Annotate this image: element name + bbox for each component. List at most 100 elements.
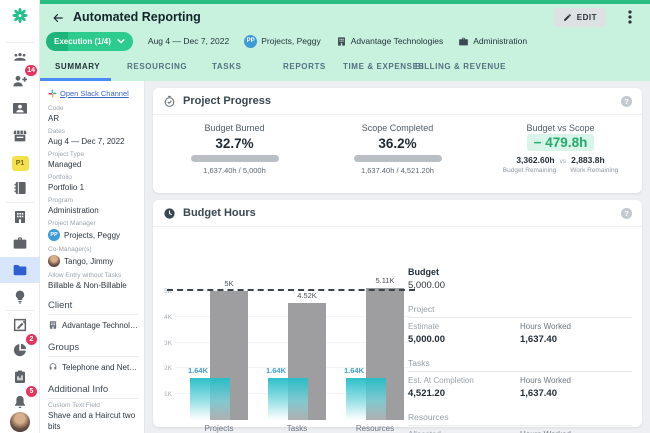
tab-reports[interactable]: REPORTS [283, 62, 326, 71]
p1-badge: P1 [11, 155, 29, 171]
tab-bar: SUMMARY RESOURCING TASKS REPORTS TIME & … [40, 57, 650, 81]
more-options-button[interactable] [624, 9, 636, 25]
sidebar-item-invite[interactable]: 14 [0, 65, 40, 93]
edit-button-label: EDIT [576, 13, 597, 22]
budget-vs-scope-value: − 479.8h [526, 134, 595, 151]
budget-card-body: 1K 2K 3K 4K 5K 5K 1.64K Projects 4.52K 1.64K Tasks… [153, 227, 642, 433]
rail-divider [6, 310, 34, 311]
tab-time-expenses[interactable]: TIME & EXPENSES [343, 62, 424, 71]
bar-value-label: 1.64K [188, 365, 209, 375]
field-co-managers: Co-Manager(s) Tango, Jimmy [48, 246, 138, 267]
tab-resourcing[interactable]: RESOURCING [127, 62, 187, 71]
briefcase-icon [459, 37, 469, 45]
project-manager-chip[interactable]: PP Projects, Peggy [244, 34, 321, 48]
pencil-icon [563, 14, 571, 21]
metric-scope-completed: Scope Completed 36.2% 1,637.40h / 4,521.… [316, 123, 479, 175]
sidebar-item-reports-edit[interactable] [0, 313, 40, 337]
notebook-icon [14, 182, 26, 194]
panel-section-project: Project Estimate Hours Worked 5,000.00 1… [408, 304, 632, 345]
y-axis-tick: 2K [164, 365, 172, 373]
y-axis-tick: 1K [164, 391, 172, 399]
project-details-panel: Open Slack Channel Code AR Dates Aug 4 —… [40, 81, 145, 433]
comparison-row: 3,362.60h vs 2,883.8h [516, 155, 605, 165]
client-row[interactable]: Advantage Technologies [48, 318, 138, 332]
budget-card-title: Budget Hours [183, 207, 256, 219]
client-chip[interactable]: Advantage Technologies [336, 36, 443, 47]
sidebar-item-profile[interactable] [0, 410, 40, 433]
pie-chart-icon [13, 343, 27, 357]
project-meta-row: Execution (1/4) Aug 4 — Dec 7, 2022 PP P… [46, 31, 527, 51]
bar-value-label: 4.52K [297, 291, 317, 301]
progress-card-title: Project Progress [183, 95, 272, 107]
bar-value-label: 5.11K [375, 275, 395, 285]
storefront-icon [13, 130, 27, 142]
sidebar-item-insights[interactable] [0, 285, 40, 309]
chart-edit-icon [13, 318, 27, 332]
budget-bar-chart: 1K 2K 3K 4K 5K 5K 1.64K Projects 4.52K 1.64K Tasks… [164, 276, 415, 433]
help-icon[interactable] [621, 207, 632, 219]
building-icon [49, 321, 57, 329]
progress-card-body: Budget Burned 32.7% 1,637.40h / 5,000h S… [153, 115, 642, 175]
budget-hours-card: Budget Hours 1K2K3K4K5K5K1.64KProjects4.… [153, 200, 642, 433]
sidebar-item-accounts[interactable] [0, 96, 40, 120]
back-button[interactable] [51, 11, 65, 25]
people-group-icon [14, 53, 26, 61]
metric-budget-burned: Budget Burned 32.7% 1,637.40h / 5,000h [153, 123, 316, 175]
person-folder-icon [13, 103, 27, 114]
sidebar-item-p1[interactable]: P1 [0, 151, 40, 175]
field-dates: Dates Aug 4 — Dec 7, 2022 [48, 128, 125, 146]
program-name: Administration [473, 36, 528, 46]
date-range: Aug 4 — Dec 7, 2022 [148, 36, 229, 46]
user-avatar [10, 412, 30, 432]
top-accent-strip [40, 0, 650, 4]
manager-row[interactable]: PP Projects, Peggy [48, 229, 138, 241]
phase-label: Execution (1/4) [54, 36, 111, 46]
invite-badge: 14 [25, 65, 37, 76]
edit-button[interactable]: EDIT [553, 8, 606, 27]
metric-budget-vs-scope: Budget vs Scope − 479.8h 3,362.60h vs 2,… [502, 123, 619, 174]
building-icon [15, 211, 25, 223]
panel-section-resources: Resources Allocated Hours Worked 5,114.0… [408, 412, 632, 433]
x-axis-label: Tasks [286, 424, 308, 433]
co-manager-row[interactable]: Tango, Jimmy [48, 255, 138, 267]
sidebar-item-projects-active[interactable] [0, 258, 40, 282]
x-axis-label: Projects [204, 424, 234, 433]
phase-dropdown[interactable]: Execution (1/4) [46, 31, 133, 51]
field-project-type: Project Type Managed [48, 151, 85, 169]
budget-card-header: Budget Hours [153, 200, 642, 227]
x-axis-label: Resources [355, 424, 395, 433]
field-code: Code AR [48, 105, 64, 123]
sidebar-item-notebook[interactable] [0, 176, 40, 200]
tab-billing-revenue[interactable]: BILLING & REVENUE [415, 62, 506, 71]
field-allow-entry: Allow Entry without Tasks Billable & Non… [48, 272, 127, 290]
app-logo[interactable] [0, 5, 40, 29]
help-icon[interactable] [621, 95, 632, 107]
sidebar-item-companies[interactable] [0, 205, 40, 229]
tab-summary[interactable]: SUMMARY [55, 62, 100, 71]
bar-projects-hours-worked [190, 377, 230, 420]
group-row[interactable]: Telephone and Network... [48, 360, 138, 374]
notifications-badge: 5 [26, 386, 37, 397]
slack-channel-link[interactable]: Open Slack Channel [48, 89, 138, 98]
field-portfolio: Portfolio Portfolio 1 [48, 174, 85, 192]
program-chip[interactable]: Administration [458, 36, 527, 47]
slack-link-label: Open Slack Channel [60, 89, 129, 98]
manager-avatar: PP [244, 34, 258, 48]
client-name: Advantage Technologies [350, 36, 444, 46]
tab-tasks[interactable]: TASKS [212, 62, 242, 71]
field-custom-text: Custom Text Field Shave and a Haircut tw… [48, 402, 136, 431]
date-range-text: Aug 4 — Dec 7, 2022 [147, 36, 230, 46]
analytics-badge: 2 [26, 334, 37, 345]
bar-resources-hours-worked [346, 377, 386, 420]
clipboard-chart-icon [15, 370, 25, 383]
mavenlink-logo-icon [12, 7, 28, 24]
sidebar-item-analytics[interactable]: 2 [0, 334, 40, 362]
briefcase-icon [13, 237, 27, 249]
sidebar-item-schedule[interactable] [0, 124, 40, 148]
y-axis-tick: 4K [164, 313, 172, 321]
sidebar-item-boards[interactable] [0, 365, 40, 389]
rail-divider [6, 42, 34, 43]
headset-icon [49, 363, 57, 370]
folder-icon [13, 265, 27, 276]
sidebar-item-services[interactable] [0, 231, 40, 255]
